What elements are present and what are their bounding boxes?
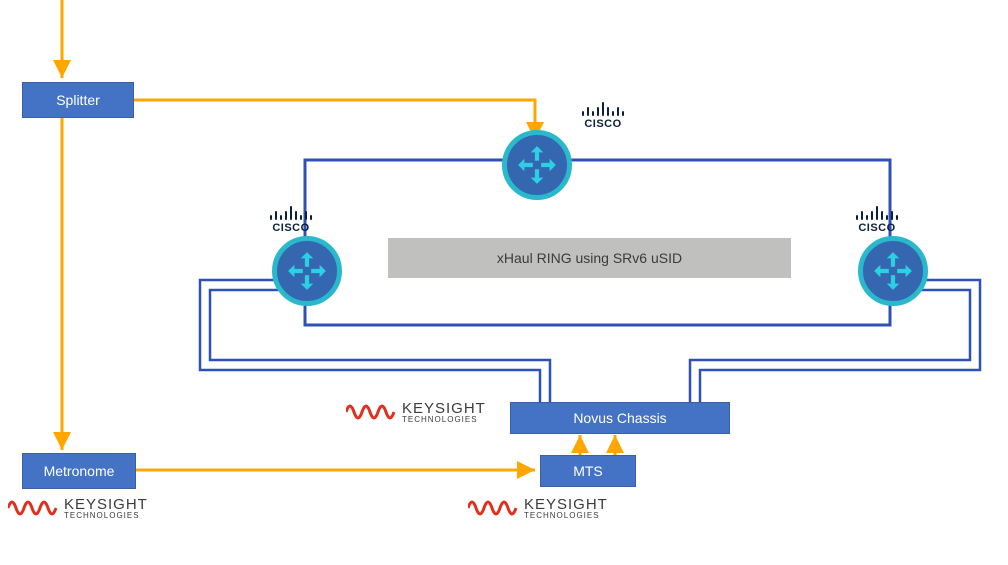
keysight-wave-icon (346, 398, 396, 426)
mts-box: MTS (540, 455, 636, 487)
cisco-logo-top: CISCO (582, 100, 624, 130)
novus-chassis-box: Novus Chassis (510, 402, 730, 434)
keysight-logo-mts: KEYSIGHT TECHNOLOGIES (468, 494, 608, 522)
keysight-logo-text2: TECHNOLOGIES (64, 511, 148, 520)
cisco-logo-right: CISCO (856, 204, 898, 234)
cisco-bars-icon (856, 204, 898, 220)
splitter-label: Splitter (56, 92, 100, 108)
keysight-logo-text2: TECHNOLOGIES (524, 511, 608, 520)
metronome-box: Metronome (22, 453, 136, 489)
cisco-logo-text: CISCO (858, 222, 895, 234)
keysight-wave-icon (468, 494, 518, 522)
router-icon (286, 250, 328, 292)
router-top (502, 130, 572, 200)
splitter-box: Splitter (22, 82, 134, 118)
router-icon (516, 144, 558, 186)
connectors-layer (0, 0, 1008, 565)
cisco-bars-icon (582, 100, 624, 116)
keysight-logo-bottom-left: KEYSIGHT TECHNOLOGIES (8, 494, 148, 522)
keysight-wave-icon (8, 494, 58, 522)
mts-label: MTS (573, 463, 603, 479)
cisco-logo-text: CISCO (584, 118, 621, 130)
router-right (858, 236, 928, 306)
keysight-logo-text2: TECHNOLOGIES (402, 415, 486, 424)
cisco-logo-left: CISCO (270, 204, 312, 234)
ring-label-text: xHaul RING using SRv6 uSID (497, 250, 682, 266)
cisco-bars-icon (270, 204, 312, 220)
cisco-logo-text: CISCO (272, 222, 309, 234)
metronome-label: Metronome (44, 463, 115, 479)
router-left (272, 236, 342, 306)
ring-label-box: xHaul RING using SRv6 uSID (388, 238, 791, 278)
novus-chassis-label: Novus Chassis (573, 410, 666, 426)
keysight-logo-novus: KEYSIGHT TECHNOLOGIES (346, 398, 486, 426)
router-icon (872, 250, 914, 292)
diagram-canvas: Splitter Metronome Novus Chassis MTS xHa… (0, 0, 1008, 565)
